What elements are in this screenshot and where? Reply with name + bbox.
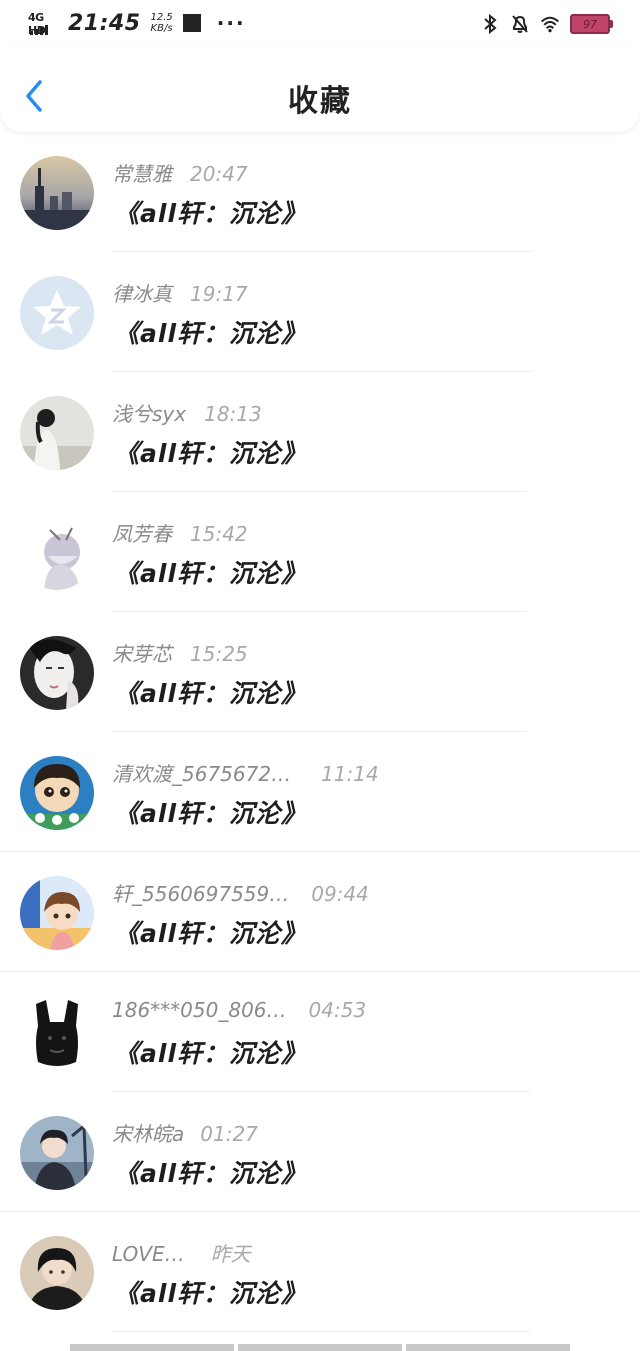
timestamp: 15:25: [190, 642, 248, 666]
author-name: LOVE…: [112, 1242, 185, 1266]
wifi-icon: [540, 16, 560, 33]
avatar[interactable]: [20, 156, 94, 230]
post-title: 《all轩：沉沦》: [114, 1159, 308, 1188]
battery-icon: 97: [570, 14, 613, 34]
network-speed: 12.5 KB/s: [150, 12, 173, 34]
more-icon: ···: [216, 11, 246, 35]
timestamp: 04:53: [308, 998, 367, 1022]
post-title: 《all轩：沉沦》: [114, 439, 308, 468]
avatar[interactable]: [20, 756, 94, 830]
post-title: 《all轩：沉沦》: [114, 1039, 308, 1068]
post-title: 《all轩：沉沦》: [114, 1279, 308, 1308]
avatar[interactable]: [20, 876, 94, 950]
divider: [112, 1331, 530, 1332]
clock: 21:45: [68, 10, 141, 36]
avatar[interactable]: [20, 276, 94, 350]
author-name: 宋林皖a: [112, 1122, 185, 1146]
author-name: 律冰真: [112, 282, 172, 306]
post-title: 《all轩：沉沦》: [114, 199, 308, 228]
list-item[interactable]: 186***050_806… 04:53 《all轩：沉沦》: [0, 972, 640, 1092]
timestamp: 19:17: [190, 282, 248, 306]
author-name: 凤芳春: [112, 522, 172, 546]
list-item[interactable]: 常慧雅 20:47 《all轩：沉沦》: [0, 132, 640, 252]
post-title: 《all轩：沉沦》: [114, 319, 308, 348]
mute-icon: [512, 15, 528, 33]
author-name: 轩_5560697559…: [112, 882, 290, 906]
author-name: 186***050_806…: [112, 998, 287, 1022]
author-name: 清欢渡_5675672…: [112, 762, 292, 786]
list-item[interactable]: 宋芽芯 15:25 《all轩：沉沦》: [0, 612, 640, 732]
stop-icon: [182, 14, 201, 32]
timestamp: 昨天: [210, 1242, 251, 1266]
list-item[interactable]: LOVE… 昨天 《all轩：沉沦》: [0, 1212, 640, 1332]
author-name: 宋芽芯: [112, 642, 172, 666]
list-item[interactable]: 清欢渡_5675672… 11:14 《all轩：沉沦》: [0, 732, 640, 852]
timestamp: 18:13: [204, 402, 262, 426]
author-name: 常慧雅: [112, 162, 172, 186]
list-item[interactable]: 凤芳春 15:42 《all轩：沉沦》: [0, 492, 640, 612]
favorites-list: 常慧雅 20:47 《all轩：沉沦》 律冰真 19:17 《all轩：沉沦》: [0, 132, 640, 1332]
post-title: 《all轩：沉沦》: [114, 919, 308, 948]
status-bar: 4G HD 21:45 12.5 KB/s ··· 97: [0, 0, 640, 46]
avatar[interactable]: [20, 1236, 94, 1310]
page-title: 收藏: [288, 84, 352, 119]
timestamp: 01:27: [200, 1122, 258, 1146]
timestamp: 15:42: [190, 522, 248, 546]
list-item[interactable]: 宋林皖a 01:27 《all轩：沉沦》: [0, 1092, 640, 1212]
bottom-indicator: [70, 1344, 570, 1351]
post-title: 《all轩：沉沦》: [114, 799, 308, 828]
avatar[interactable]: [20, 996, 94, 1070]
timestamp: 11:14: [321, 762, 379, 786]
list-item[interactable]: 律冰真 19:17 《all轩：沉沦》: [0, 252, 640, 372]
avatar[interactable]: [20, 396, 94, 470]
timestamp: 20:47: [190, 162, 248, 186]
avatar[interactable]: [20, 1116, 94, 1190]
post-title: 《all轩：沉沦》: [114, 679, 308, 708]
avatar[interactable]: [20, 516, 94, 590]
list-item[interactable]: 轩_5560697559… 09:44 《all轩：沉沦》: [0, 852, 640, 972]
list-item[interactable]: 浅兮syx 18:13 《all轩：沉沦》: [0, 372, 640, 492]
timestamp: 09:44: [311, 882, 369, 906]
author-name: 浅兮syx: [112, 402, 187, 426]
signal-icon: 4G HD: [28, 10, 58, 37]
bluetooth-icon: [484, 13, 497, 35]
avatar[interactable]: [20, 636, 94, 710]
post-title: 《all轩：沉沦》: [114, 559, 308, 588]
header: 收藏: [0, 46, 640, 132]
